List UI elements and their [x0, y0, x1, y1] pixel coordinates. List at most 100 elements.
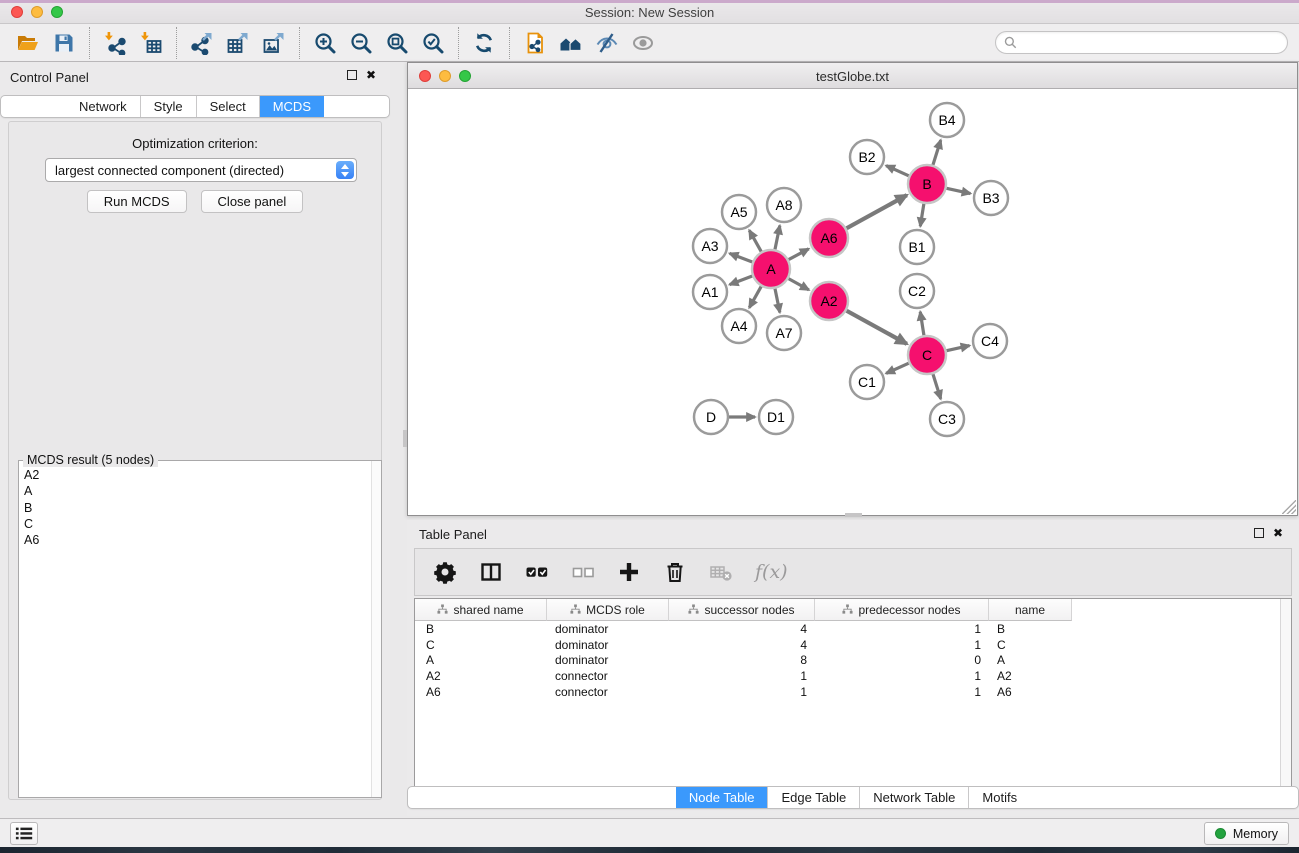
graph-edge-C-C1[interactable] — [886, 363, 909, 373]
close-table-panel-icon[interactable]: ✖ — [1273, 527, 1283, 539]
tab-edge-table[interactable]: Edge Table — [767, 787, 859, 808]
column-header-MCDS-role[interactable]: MCDS role — [547, 599, 669, 621]
table-row[interactable]: A6connector11A6 — [415, 684, 1291, 700]
graph-edge-A-A1[interactable] — [730, 276, 753, 285]
tab-mcds[interactable]: MCDS — [259, 96, 324, 117]
tab-node-table[interactable]: Node Table — [676, 787, 768, 808]
search-field[interactable] — [995, 31, 1288, 54]
graph-edge-A-A8[interactable] — [775, 226, 780, 250]
graph-node-A7[interactable]: A7 — [767, 316, 801, 350]
criterion-select[interactable]: largest connected component (directed) — [45, 158, 357, 182]
table-scrollbar[interactable] — [1280, 599, 1291, 787]
graph-node-A5[interactable]: A5 — [722, 195, 756, 229]
graph-edge-B-B2[interactable] — [886, 166, 909, 176]
column-header-shared-name[interactable]: shared name — [415, 599, 547, 621]
import-network-button[interactable] — [97, 27, 133, 59]
resize-grip[interactable] — [1282, 500, 1296, 514]
table-row[interactable]: A2connector11A2 — [415, 668, 1291, 684]
network-window-titlebar[interactable]: testGlobe.txt — [408, 63, 1297, 89]
graph-edge-A6-B[interactable] — [847, 195, 907, 228]
graph-node-A[interactable]: A — [752, 250, 790, 288]
table-row[interactable]: Adominator80A — [415, 652, 1291, 668]
export-network-button[interactable] — [184, 27, 220, 59]
float-panel-icon[interactable] — [347, 70, 357, 80]
graph-edge-C-C4[interactable] — [947, 346, 970, 351]
column-header-successor-nodes[interactable]: successor nodes — [669, 599, 815, 621]
graph-edge-A-A3[interactable] — [730, 253, 753, 262]
select-all-button[interactable] — [525, 560, 549, 584]
graph-node-A3[interactable]: A3 — [693, 229, 727, 263]
search-input[interactable] — [1022, 35, 1279, 50]
graph-node-C1[interactable]: C1 — [850, 365, 884, 399]
graph-edge-A-A6[interactable] — [789, 249, 809, 260]
graph-edge-A-A4[interactable] — [749, 286, 761, 307]
open-file-button[interactable] — [10, 27, 46, 59]
graph-node-B2[interactable]: B2 — [850, 140, 884, 174]
show-all-button[interactable] — [625, 27, 661, 59]
splitter-handle-horizontal[interactable] — [845, 513, 862, 517]
save-session-button[interactable] — [46, 27, 82, 59]
graph-node-C4[interactable]: C4 — [973, 324, 1007, 358]
graph-node-A8[interactable]: A8 — [767, 188, 801, 222]
refresh-button[interactable] — [466, 27, 502, 59]
close-panel-button[interactable]: Close panel — [201, 190, 304, 213]
graph-edge-A-A7[interactable] — [775, 289, 780, 313]
function-builder-button[interactable]: f(x) — [755, 561, 788, 583]
graph-node-A2[interactable]: A2 — [810, 282, 848, 320]
splitter-handle-vertical[interactable] — [403, 430, 407, 447]
table-row[interactable]: Cdominator41C — [415, 637, 1291, 653]
tab-style[interactable]: Style — [140, 96, 196, 117]
graph-node-A4[interactable]: A4 — [722, 309, 756, 343]
graph-edge-B-B3[interactable] — [947, 188, 971, 193]
tab-motifs[interactable]: Motifs — [968, 787, 1030, 808]
graph-node-C2[interactable]: C2 — [900, 274, 934, 308]
graph-node-D1[interactable]: D1 — [759, 400, 793, 434]
new-network-from-selection-button[interactable] — [517, 27, 553, 59]
graph-node-C3[interactable]: C3 — [930, 402, 964, 436]
zoom-fit-button[interactable] — [379, 27, 415, 59]
column-header-predecessor-nodes[interactable]: predecessor nodes — [815, 599, 989, 621]
zoom-in-button[interactable] — [307, 27, 343, 59]
show-column-button[interactable] — [479, 560, 503, 584]
tab-network[interactable]: Network — [66, 96, 140, 117]
table-options-button[interactable] — [433, 560, 457, 584]
graph-node-B1[interactable]: B1 — [900, 230, 934, 264]
network-canvas[interactable]: B4 B2 B B3 A8 A5 A6 A3 B1 A C2 A1 A2 A4 A7 C4 C C1 C3 D D1 — [408, 89, 1297, 515]
mcds-result-item[interactable]: A6 — [20, 532, 370, 548]
memory-button[interactable]: Memory — [1204, 822, 1289, 845]
mcds-result-item[interactable]: C — [20, 516, 370, 532]
export-image-button[interactable] — [256, 27, 292, 59]
delete-column-button[interactable] — [663, 560, 687, 584]
mcds-result-item[interactable]: A2 — [20, 467, 370, 483]
graph-node-A6[interactable]: A6 — [810, 219, 848, 257]
zoom-selected-button[interactable] — [415, 27, 451, 59]
float-table-panel-icon[interactable] — [1254, 528, 1264, 538]
mcds-result-item[interactable]: A — [20, 483, 370, 499]
column-header-name[interactable]: name — [989, 599, 1072, 621]
graph-edge-A-A2[interactable] — [789, 279, 809, 290]
tab-network-table[interactable]: Network Table — [859, 787, 968, 808]
run-mcds-button[interactable]: Run MCDS — [87, 190, 187, 213]
graph-edge-B-B4[interactable] — [933, 140, 941, 165]
zoom-out-button[interactable] — [343, 27, 379, 59]
graph-edge-A2-C[interactable] — [847, 311, 907, 344]
graph-node-B[interactable]: B — [908, 165, 946, 203]
graph-edge-B-B1[interactable] — [920, 204, 924, 227]
export-table-button[interactable] — [220, 27, 256, 59]
close-panel-icon[interactable]: ✖ — [366, 69, 376, 81]
deselect-all-button[interactable] — [571, 560, 595, 584]
mcds-result-item[interactable]: B — [20, 500, 370, 516]
hide-selected-button[interactable] — [589, 27, 625, 59]
graph-node-C[interactable]: C — [908, 336, 946, 374]
result-list-scrollbar[interactable] — [371, 461, 381, 797]
graph-node-A1[interactable]: A1 — [693, 275, 727, 309]
graph-node-D[interactable]: D — [694, 400, 728, 434]
first-neighbors-button[interactable] — [553, 27, 589, 59]
delete-table-button[interactable] — [709, 560, 733, 584]
graph-node-B4[interactable]: B4 — [930, 103, 964, 137]
import-table-button[interactable] — [133, 27, 169, 59]
tab-select[interactable]: Select — [196, 96, 259, 117]
graph-node-B3[interactable]: B3 — [974, 181, 1008, 215]
graph-edge-C-C2[interactable] — [920, 312, 924, 335]
task-history-button[interactable] — [10, 822, 38, 845]
